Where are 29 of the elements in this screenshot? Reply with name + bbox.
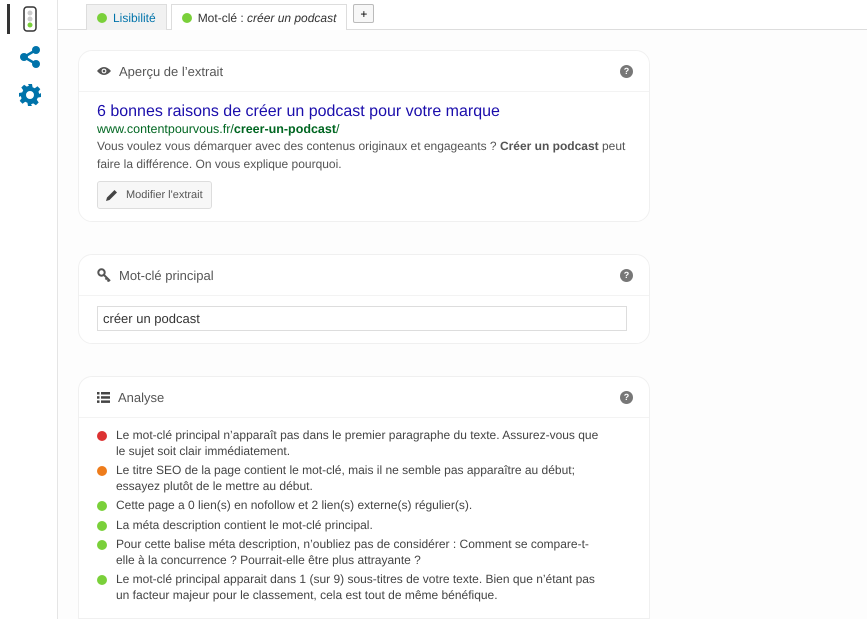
snippet-description: Vous voulez vous démarquer avec des contenus originaux et engageants ? Créer un podcast peut faire la différence. On vous explique pourquoi. xyxy=(97,138,626,173)
help-icon[interactable]: ? xyxy=(620,268,633,282)
settings-icon xyxy=(18,83,42,107)
analysis-text: Le mot-clé principal n’apparaît pas dans le premier paragraphe du texte. Assurez-vous que le sujet soit clair immédiatement. xyxy=(116,428,600,459)
share-icon xyxy=(19,46,41,68)
pencil-icon xyxy=(106,189,118,201)
card-title: Aperçu de l’extrait xyxy=(119,64,224,78)
tab-label: Mot-clé : créer un podcast xyxy=(198,10,336,24)
analysis-text: Le titre SEO de la page contient le mot-clé, mais il ne semble pas apparaître au début; essayez plutôt de le mettre au début. xyxy=(116,463,576,494)
analysis-text: Le mot-clé principal apparait dans 1 (sur 9) sous-titres de votre texte. Bien que n’étant pas un facteur majeur pour le classement, cela est tout de même bénéfique. xyxy=(116,572,596,603)
add-tab-button[interactable]: + xyxy=(353,4,374,23)
tab[interactable]: Mot-clé : créer un podcast xyxy=(170,4,348,30)
key-icon xyxy=(97,268,111,282)
card-title: Mot-clé principal xyxy=(119,268,215,282)
traffic-light-icon xyxy=(23,6,37,32)
tab-label: Lisibilité xyxy=(113,10,156,24)
analysis-text: Pour cette balise méta description, n’oubliez pas de considérer : Comment se compare-t-elle à la concurrence ? Pourrait-elle être plus attrayante ? xyxy=(116,537,590,568)
keyword-field[interactable]: créer un podcast xyxy=(97,306,627,331)
snippet-url: www.contentpourvous.fr/creer-un-podcast/ xyxy=(97,122,340,137)
tab[interactable]: Lisibilité xyxy=(86,4,167,30)
card-title: Analyse xyxy=(118,390,166,404)
help-icon[interactable]: ? xyxy=(620,390,633,404)
help-icon[interactable]: ? xyxy=(620,64,633,78)
snippet-title[interactable]: 6 bonnes raisons de créer un podcast pour votre marque xyxy=(97,102,631,122)
analysis-text: La méta description contient le mot-clé principal. xyxy=(116,518,374,533)
analysis-text: Cette page a 0 lien(s) en nofollow et 2 lien(s) externe(s) régulier(s). xyxy=(116,498,474,514)
list-icon xyxy=(97,392,110,402)
eye-icon xyxy=(97,66,111,76)
edit-snippet-button[interactable]: Modifier l'extrait xyxy=(97,181,212,209)
